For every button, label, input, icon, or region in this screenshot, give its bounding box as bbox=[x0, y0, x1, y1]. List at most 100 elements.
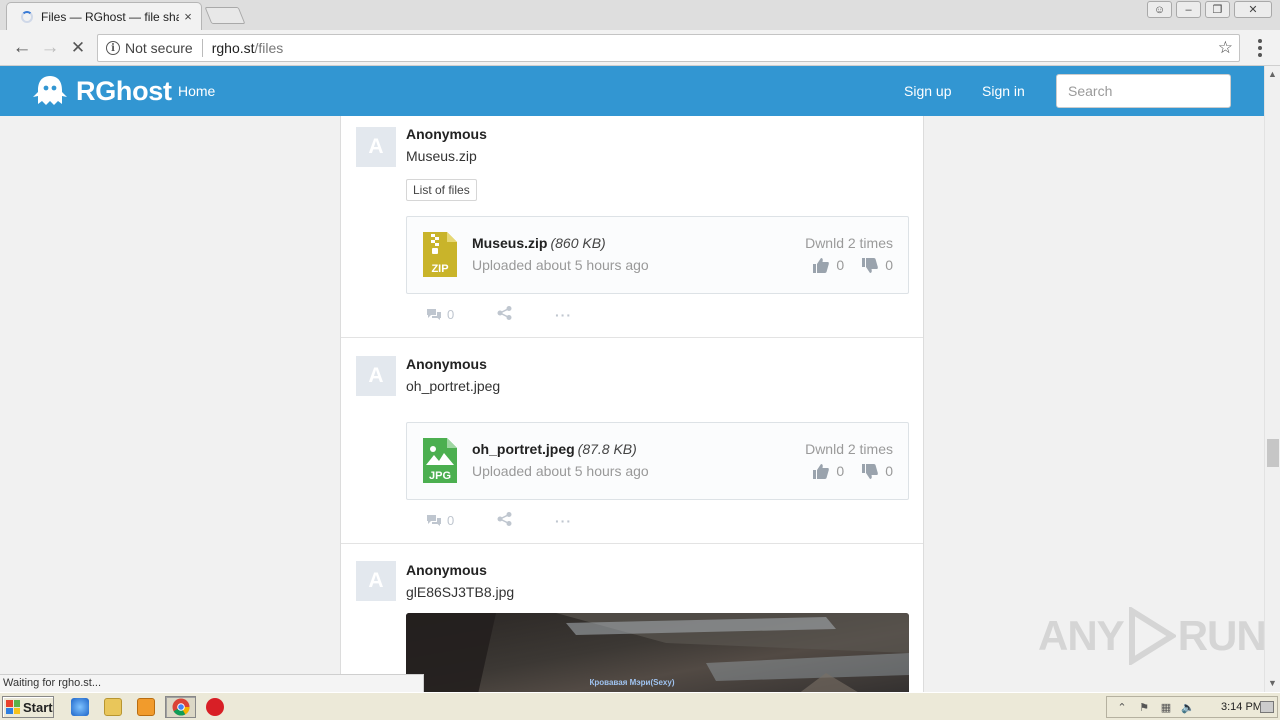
start-button[interactable]: Start bbox=[2, 696, 54, 718]
new-tab-button[interactable] bbox=[204, 7, 246, 24]
nav-home-link[interactable]: Home bbox=[178, 83, 215, 99]
system-tray: ⌃ ⚑ ▦ 🔈 3:14 PM bbox=[1106, 696, 1278, 718]
post-title[interactable]: oh_portret.jpeg bbox=[406, 378, 500, 394]
profile-icon[interactable]: ☺ bbox=[1147, 1, 1172, 18]
image-preview[interactable]: Кровавая Мэри(Sexy) bbox=[406, 613, 909, 692]
comment-icon bbox=[427, 309, 441, 320]
preview-scene: Кровавая Мэри(Sexy) bbox=[406, 613, 909, 692]
taskbar-clock[interactable]: 3:14 PM bbox=[1221, 701, 1262, 713]
file-name[interactable]: Museus.zip bbox=[472, 235, 547, 251]
minimize-button[interactable]: – bbox=[1176, 1, 1201, 18]
site-header: RGhost Home Sign up Sign in bbox=[0, 66, 1264, 116]
address-bar[interactable]: i Not secure rgho.st/files ☆ bbox=[97, 34, 1240, 62]
page-scrollbar[interactable]: ▲ ▼ bbox=[1264, 66, 1280, 692]
file-card[interactable]: JPG oh_portret.jpeg (87.8 KB) Uploaded ab… bbox=[406, 422, 909, 500]
share-icon bbox=[497, 512, 512, 526]
security-label[interactable]: Not secure bbox=[125, 40, 193, 56]
info-icon[interactable]: i bbox=[106, 41, 120, 55]
logo-text: RGhost bbox=[76, 75, 172, 106]
vote-bar: 0 0 bbox=[813, 257, 893, 273]
file-size: (860 KB) bbox=[550, 235, 606, 251]
watermark-right-text: RUN bbox=[1177, 612, 1267, 659]
avatar[interactable]: A bbox=[356, 561, 396, 601]
forward-button[interactable]: → bbox=[38, 36, 62, 60]
zip-icon-label: ZIP bbox=[431, 263, 448, 275]
upload-time: Uploaded about 5 hours ago bbox=[472, 257, 649, 273]
taskbar-chrome-button[interactable] bbox=[165, 696, 196, 718]
share-button[interactable] bbox=[497, 512, 555, 529]
more-options-icon[interactable]: ··· bbox=[555, 307, 572, 323]
preview-caption: Кровавая Мэри(Sexy) bbox=[590, 678, 675, 687]
comments-button[interactable]: 0 bbox=[426, 513, 497, 528]
tab-close-icon[interactable]: × bbox=[179, 9, 197, 24]
download-count: Dwnld 2 times bbox=[805, 441, 893, 457]
list-of-files-button[interactable]: List of files bbox=[406, 179, 477, 201]
comments-button[interactable]: 0 bbox=[426, 307, 497, 322]
comment-count: 0 bbox=[447, 307, 455, 322]
browser-menu-icon[interactable] bbox=[1252, 39, 1268, 57]
stop-loading-button[interactable]: ✕ bbox=[66, 36, 90, 60]
internet-explorer-icon[interactable] bbox=[71, 698, 89, 716]
bookmark-star-icon[interactable]: ☆ bbox=[1218, 38, 1233, 58]
media-player-icon[interactable] bbox=[137, 698, 155, 716]
sign-up-link[interactable]: Sign up bbox=[904, 83, 951, 99]
thumbs-down-icon[interactable] bbox=[862, 463, 879, 479]
browser-tab-active[interactable]: Files — RGhost — file sharin × bbox=[6, 2, 202, 30]
scroll-thumb[interactable] bbox=[1267, 439, 1279, 467]
thumbs-down-icon[interactable] bbox=[862, 257, 879, 273]
back-button[interactable]: ← bbox=[10, 36, 34, 60]
file-name[interactable]: oh_portret.jpeg bbox=[472, 441, 575, 457]
post-title[interactable]: Museus.zip bbox=[406, 148, 477, 164]
window-controls: ☺ – ❐ ✕ bbox=[1147, 1, 1272, 18]
show-desktop-button[interactable] bbox=[1260, 701, 1274, 713]
scroll-down-arrow-icon[interactable]: ▼ bbox=[1268, 678, 1277, 688]
comment-count: 0 bbox=[447, 513, 455, 528]
share-button[interactable] bbox=[497, 306, 555, 323]
browser-toolbar: ← → ✕ i Not secure rgho.st/files ☆ bbox=[0, 30, 1280, 66]
opera-icon[interactable] bbox=[206, 698, 224, 716]
zip-file-icon: ZIP bbox=[423, 232, 457, 277]
thumbs-up-icon[interactable] bbox=[813, 257, 830, 273]
scroll-up-arrow-icon[interactable]: ▲ bbox=[1268, 69, 1277, 79]
anyrun-watermark: ANY RUN bbox=[1038, 607, 1267, 665]
network-icon[interactable]: ▦ bbox=[1159, 700, 1173, 714]
file-name-link[interactable]: oh_portret.jpeg (87.8 KB) bbox=[472, 441, 637, 457]
post-author[interactable]: Anonymous bbox=[406, 356, 487, 372]
search-input[interactable] bbox=[1056, 74, 1231, 108]
avatar[interactable]: A bbox=[356, 356, 396, 396]
post-actions: 0 ··· bbox=[426, 512, 572, 529]
restore-button[interactable]: ❐ bbox=[1205, 1, 1230, 18]
file-name-link[interactable]: Museus.zip (860 KB) bbox=[472, 235, 606, 251]
url-host: rgho.st bbox=[211, 40, 255, 56]
watermark-left-text: ANY bbox=[1038, 612, 1125, 659]
sign-in-link[interactable]: Sign in bbox=[982, 83, 1025, 99]
chrome-icon bbox=[172, 698, 190, 716]
share-icon bbox=[497, 306, 512, 320]
files-feed: A Anonymous Museus.zip List of files ZIP… bbox=[340, 116, 924, 692]
image-post: A Anonymous glE86SJ3TB8.jpg Кровавая Мэр… bbox=[341, 544, 923, 692]
browser-status-bar: Waiting for rgho.st... bbox=[0, 674, 424, 692]
more-options-icon[interactable]: ··· bbox=[555, 513, 572, 529]
file-card[interactable]: ZIP Museus.zip (860 KB) Uploaded about 5 … bbox=[406, 216, 909, 294]
avatar[interactable]: A bbox=[356, 127, 396, 167]
upload-time: Uploaded about 5 hours ago bbox=[472, 463, 649, 479]
site-logo[interactable]: RGhost bbox=[32, 74, 172, 108]
dislike-count: 0 bbox=[885, 257, 893, 273]
play-logo-icon bbox=[1128, 607, 1176, 665]
like-count: 0 bbox=[836, 463, 845, 479]
file-explorer-icon[interactable] bbox=[104, 698, 122, 716]
omnibox-divider bbox=[201, 39, 203, 57]
thumbs-up-icon[interactable] bbox=[813, 463, 830, 479]
action-center-flag-icon[interactable]: ⚑ bbox=[1137, 700, 1151, 714]
file-post: A Anonymous oh_portret.jpeg JPG oh_portr… bbox=[341, 338, 923, 544]
post-title[interactable]: glE86SJ3TB8.jpg bbox=[406, 584, 514, 600]
url-text[interactable]: rgho.st/files bbox=[212, 40, 284, 56]
dislike-count: 0 bbox=[885, 463, 893, 479]
post-author[interactable]: Anonymous bbox=[406, 562, 487, 578]
volume-icon[interactable]: 🔈 bbox=[1181, 700, 1195, 714]
post-author[interactable]: Anonymous bbox=[406, 126, 487, 142]
window-close-button[interactable]: ✕ bbox=[1234, 1, 1272, 18]
tray-expand-icon[interactable]: ⌃ bbox=[1115, 700, 1129, 714]
vote-bar: 0 0 bbox=[813, 463, 893, 479]
loading-spinner-icon bbox=[21, 10, 33, 23]
